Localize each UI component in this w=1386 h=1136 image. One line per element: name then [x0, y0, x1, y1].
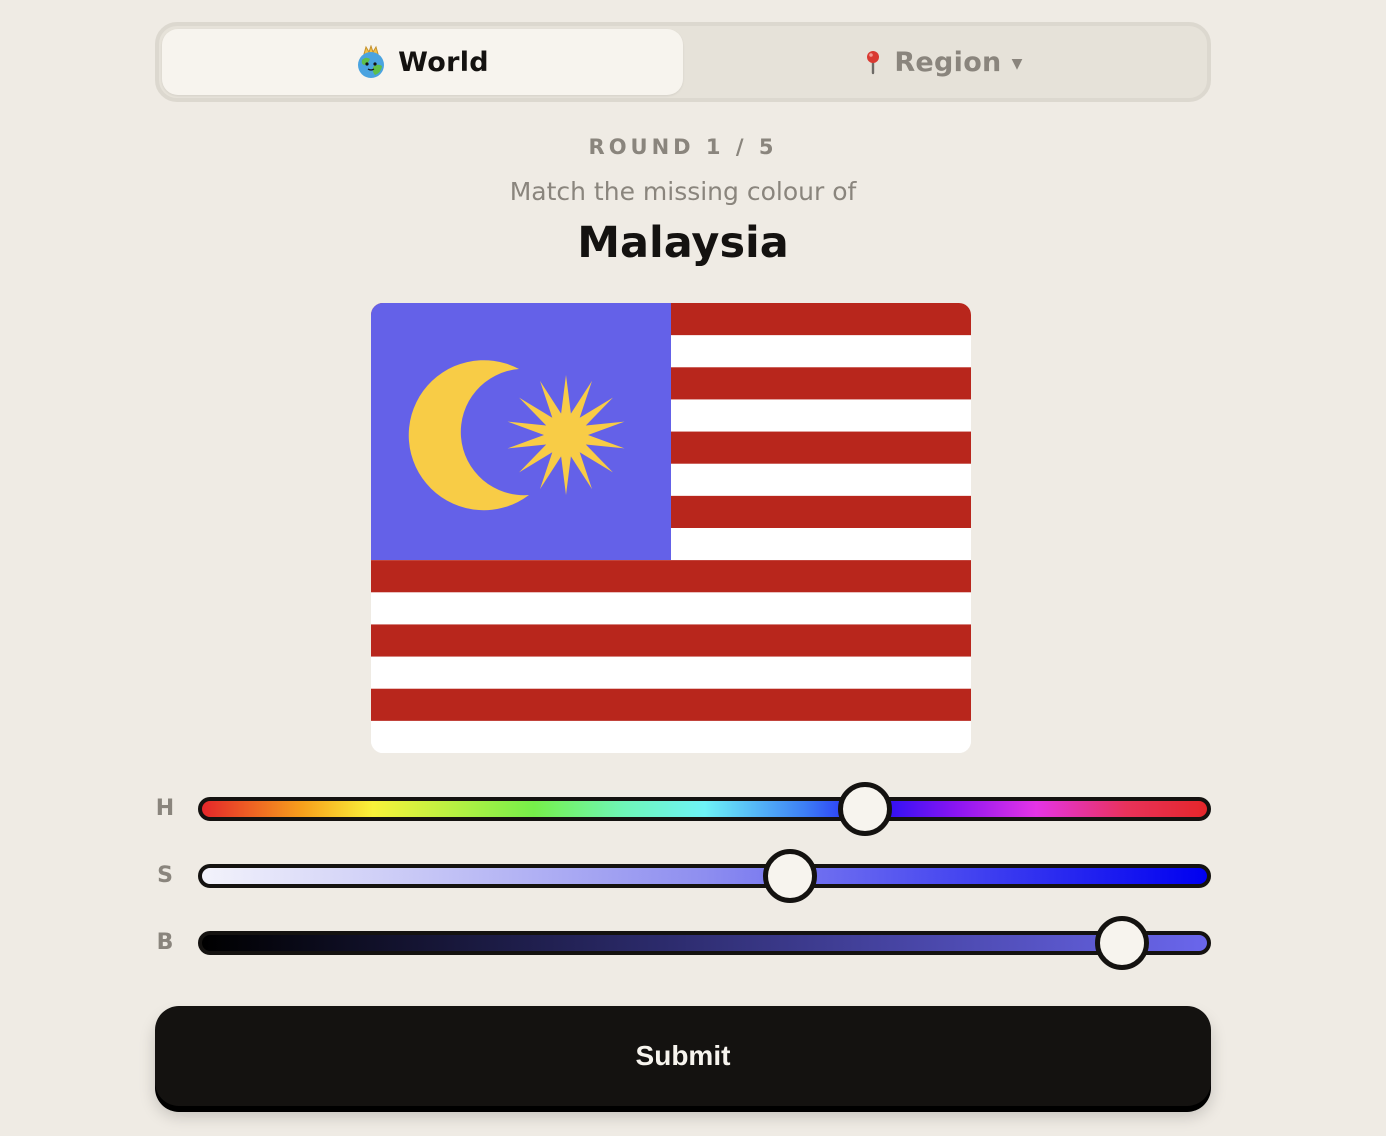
- flag-stripe: [371, 624, 971, 658]
- slider-hue-label: H: [155, 796, 175, 821]
- country-name: Malaysia: [577, 218, 789, 268]
- round-counter: ROUND 1 / 5: [588, 135, 778, 159]
- flag-stripe: [371, 592, 971, 625]
- tab-world-label: World: [398, 46, 489, 78]
- flag-stripe: [371, 560, 971, 593]
- pin-icon: [864, 49, 882, 75]
- hue-slider-track[interactable]: [198, 782, 1211, 836]
- flag-svg: [371, 303, 971, 753]
- tab-region[interactable]: Region ▼: [683, 29, 1204, 95]
- slider-brightness: B: [155, 916, 1211, 970]
- saturation-slider-track[interactable]: [198, 849, 1211, 903]
- flag-stripe: [371, 656, 971, 690]
- tab-region-label: Region: [894, 46, 1002, 78]
- brightness-slider-track[interactable]: [198, 916, 1211, 970]
- caret-down-icon: ▼: [1011, 55, 1023, 72]
- flag-image: [371, 303, 971, 753]
- flag-stripe: [371, 720, 971, 753]
- slider-saturation: S: [155, 849, 1211, 903]
- globe-icon: [356, 44, 386, 79]
- saturation-slider-thumb[interactable]: [762, 849, 817, 903]
- hue-slider-thumb[interactable]: [838, 782, 893, 836]
- flag-stripe: [371, 688, 971, 722]
- tab-world[interactable]: World: [162, 29, 683, 95]
- slider-hue: H: [155, 782, 1211, 836]
- mode-switch: World Region ▼: [155, 22, 1211, 102]
- slider-saturation-label: S: [157, 863, 173, 888]
- prompt-text: Match the missing colour of: [509, 177, 857, 206]
- brightness-slider-thumb[interactable]: [1094, 916, 1149, 970]
- submit-button[interactable]: Submit: [155, 1006, 1211, 1106]
- slider-brightness-label: B: [156, 930, 174, 955]
